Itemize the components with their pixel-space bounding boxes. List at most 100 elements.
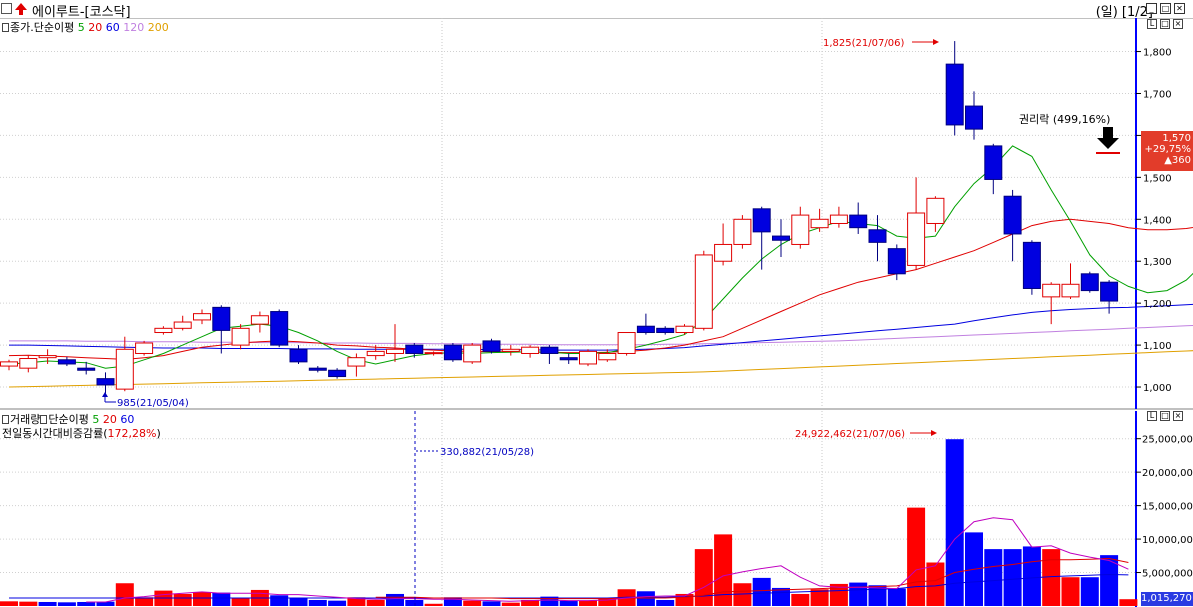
volume-bar (366, 599, 385, 606)
volume-bar (405, 599, 424, 606)
candle-body (965, 105, 983, 130)
volume-y-tick-label: 5,000,000 (1142, 569, 1193, 580)
volume-bar (0, 601, 18, 606)
price-y-tick-label: 1,700 (1143, 89, 1172, 100)
candle-body (96, 378, 115, 386)
candle-body (791, 214, 810, 245)
volume-bar (270, 595, 289, 606)
price-y-tick-label: 1,100 (1143, 341, 1172, 352)
volume-bar (887, 588, 906, 606)
current-volume-badge: 1,015,270 (1141, 592, 1193, 606)
volume-y-tick-label: 15,000,000 (1142, 502, 1193, 513)
candle-body (154, 327, 173, 334)
candle-body (617, 332, 636, 354)
candle-body (521, 346, 540, 354)
candle-body (1061, 283, 1080, 298)
candle-body (887, 248, 906, 275)
ma20-line (8, 218, 1193, 360)
candle-body (135, 342, 154, 354)
volume-bar (231, 597, 250, 606)
candle-body (598, 352, 617, 361)
candle-body (1080, 273, 1099, 292)
candle-body (482, 340, 501, 352)
volume-bar (482, 601, 501, 606)
candle-body (19, 358, 38, 369)
volume-bar (308, 599, 327, 606)
volume-bar (636, 591, 655, 606)
current-change: ▲360 (1164, 155, 1191, 166)
candle-body (405, 344, 424, 354)
candle-body (810, 218, 829, 229)
volume-bar (57, 602, 76, 606)
candle-body (463, 344, 482, 363)
volume-bar (193, 591, 211, 606)
volume-bar (1042, 549, 1061, 606)
candle-body (501, 348, 520, 352)
volume-y-tick-label: 25,000,000 (1142, 435, 1193, 446)
volume-bar (559, 600, 578, 606)
candle-body (1022, 241, 1041, 289)
candle-body (270, 311, 289, 346)
volume-bar (772, 587, 790, 606)
volume-bar (501, 602, 520, 606)
volume-bar (77, 601, 96, 606)
candle-body (559, 357, 578, 361)
stock-chart[interactable]: 1,8001,7001,6001,5001,4001,3001,2001,100… (0, 0, 1193, 607)
volume-bar (19, 601, 38, 606)
candle-body (1042, 283, 1061, 298)
price-y-tick-label: 1,000 (1143, 383, 1172, 394)
price-y-tick-label: 1,800 (1143, 48, 1172, 59)
volume-y-tick-label: 10,000,000 (1142, 535, 1193, 546)
candle-body (829, 214, 848, 224)
price-y-tick-label: 1,500 (1143, 173, 1172, 184)
candle-body (193, 313, 211, 321)
volume-bar (579, 600, 597, 606)
volume-bar (424, 603, 443, 606)
volume-bar (212, 592, 231, 606)
candle-body (231, 327, 250, 346)
candle-body (424, 352, 443, 355)
current-change-pct: +29,75% (1144, 144, 1191, 155)
volume-bar (1119, 599, 1138, 606)
candle-body (1003, 195, 1022, 235)
current-price: 1,570 (1162, 133, 1191, 144)
volume-bar (1003, 549, 1022, 606)
price-y-tick-label: 1,300 (1143, 257, 1172, 268)
price-y-tick-label: 1,200 (1143, 299, 1172, 310)
ma5-line (8, 145, 1193, 369)
candle-body (308, 367, 327, 371)
candle-body (0, 361, 18, 367)
price-y-tick-label: 1,400 (1143, 215, 1172, 226)
volume-bar (135, 597, 154, 606)
candle-body (984, 145, 1003, 180)
volume-bar (907, 507, 926, 606)
rights-down-arrow-icon (1097, 127, 1119, 149)
volume-bar (463, 600, 482, 606)
current-price-badge: 1,570 +29,75% ▲360 (1141, 131, 1193, 171)
candle-body (347, 357, 366, 367)
candle-body (366, 350, 385, 357)
candle-body (443, 344, 462, 361)
volume-bar (926, 562, 945, 606)
volume-bar (328, 600, 347, 606)
candle-body (945, 63, 964, 126)
volume-high-annotation: 24,922,462(21/07/06) (795, 429, 905, 440)
candle-body (636, 325, 655, 334)
candle-body (212, 306, 231, 331)
candle-body (868, 229, 887, 243)
volume-bar (752, 577, 771, 606)
volume-bar (694, 549, 713, 606)
volume-bar (115, 583, 134, 606)
candle-body (907, 212, 926, 266)
volume-bar (1100, 555, 1119, 606)
candle-body (38, 355, 57, 359)
candle-body (656, 327, 675, 334)
volume-bar (173, 593, 192, 606)
candle-body (289, 348, 308, 363)
candle-body (579, 350, 597, 365)
volume-bar (945, 439, 964, 606)
volume-bar (289, 597, 308, 606)
rights-annotation: 권리락 (499,16%) (1019, 113, 1110, 126)
candle-body (849, 214, 868, 229)
price-high-annotation: 1,825(21/07/06) (823, 38, 904, 49)
